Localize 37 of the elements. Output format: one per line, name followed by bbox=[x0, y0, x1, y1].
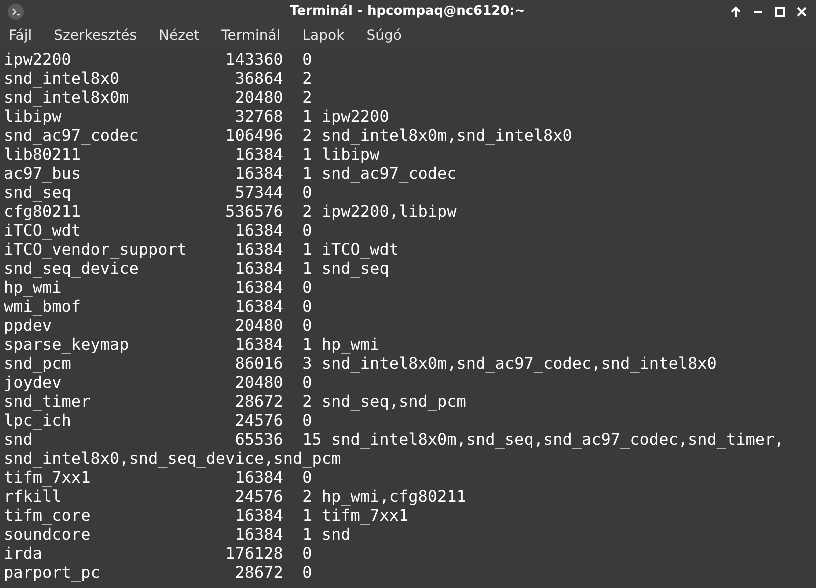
terminal-line: ppdev 20480 0 bbox=[3, 316, 314, 335]
terminal-line: irda 176128 0 bbox=[3, 544, 314, 563]
terminal-line: libipw 32768 1 ipw2200 bbox=[3, 107, 390, 126]
terminal-line: snd_intel8x0m 20480 2 bbox=[3, 88, 314, 107]
menu-item[interactable]: Szerkesztés bbox=[54, 26, 138, 47]
terminal-line: hp_wmi 16384 0 bbox=[3, 278, 314, 297]
menu-item[interactable]: Terminál bbox=[222, 26, 281, 47]
terminal-line: tifm_core 16384 1 tifm_7xx1 bbox=[3, 506, 410, 525]
terminal-line: parport_pc 28672 0 bbox=[3, 563, 314, 582]
terminal-line: rfkill 24576 2 hp_wmi,cfg80211 bbox=[3, 487, 468, 506]
terminal-line: wmi_bmof 16384 0 bbox=[3, 297, 314, 316]
terminal-line: snd_pcm 86016 3 snd_intel8x0m,snd_ac97_codec,snd_intel8x0 bbox=[3, 354, 718, 373]
terminal-line: tifm_7xx1 16384 0 bbox=[3, 468, 314, 487]
terminal-line: snd_ac97_codec 106496 2 snd_intel8x0m,snd_intel8x0 bbox=[3, 126, 574, 145]
close-icon[interactable] bbox=[796, 6, 808, 18]
window-title: Terminál - hpcompaq@nc6120:~ bbox=[289, 3, 527, 22]
terminal-line: soundcore 16384 1 snd bbox=[3, 525, 352, 544]
menu-item[interactable]: Súgó bbox=[366, 26, 402, 47]
terminal-line: lpc_ich 24576 0 bbox=[3, 411, 314, 430]
terminal-line: snd_intel8x0 36864 2 bbox=[3, 69, 314, 88]
terminal-line: ac97_bus 16384 1 snd_ac97_codec bbox=[3, 164, 458, 183]
arrow-up-icon[interactable] bbox=[730, 6, 742, 18]
terminal-line: joydev 20480 0 bbox=[3, 373, 314, 392]
terminal-line: snd_seq 57344 0 bbox=[3, 183, 314, 202]
menu-item[interactable]: Lapok bbox=[302, 26, 345, 47]
maximize-icon[interactable] bbox=[774, 6, 786, 18]
terminal-line: snd_seq_device 16384 1 snd_seq bbox=[3, 259, 390, 278]
terminal-line: sparse_keymap 16384 1 hp_wmi bbox=[3, 335, 381, 354]
terminal-line: ipw2200 143360 0 bbox=[3, 50, 314, 69]
terminal-line: iTCO_wdt 16384 0 bbox=[3, 221, 314, 240]
terminal-line: snd_timer 28672 2 snd_seq,snd_pcm bbox=[3, 392, 468, 411]
menu-item[interactable]: Nézet bbox=[159, 26, 200, 47]
terminal-line: cfg80211 536576 2 ipw2200,libipw bbox=[3, 202, 458, 221]
terminal-line: iTCO_vendor_support 16384 1 iTCO_wdt bbox=[3, 240, 400, 259]
menu-item[interactable]: Fájl bbox=[9, 26, 32, 47]
terminal-line: lib80211 16384 1 libipw bbox=[3, 145, 381, 164]
terminal-icon bbox=[8, 4, 24, 20]
